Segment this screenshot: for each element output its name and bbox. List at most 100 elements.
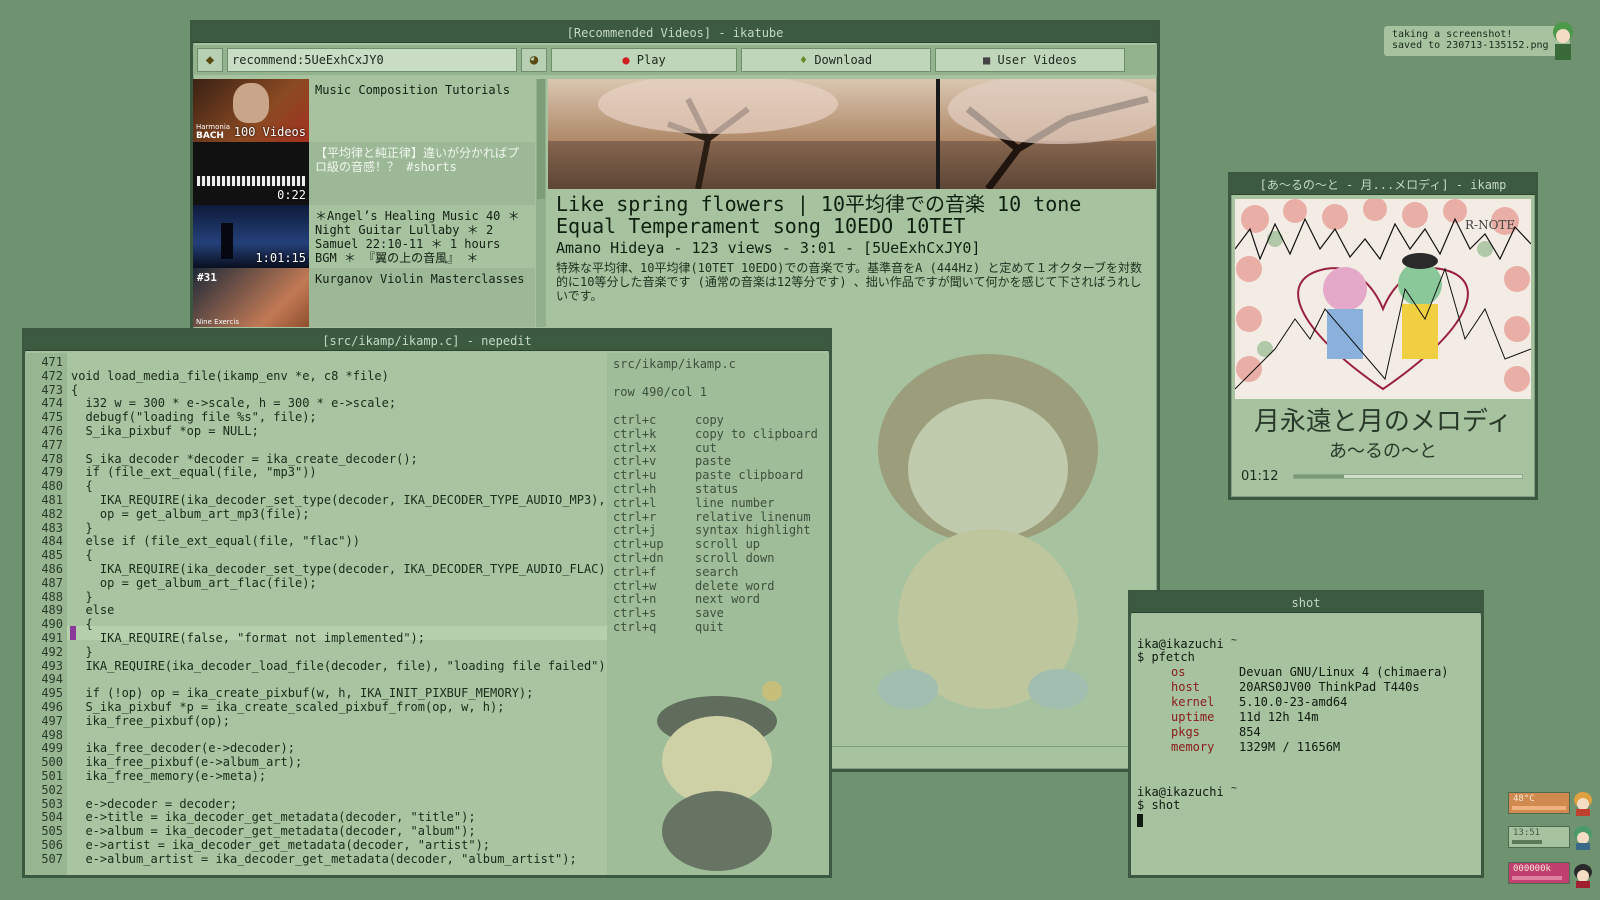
line-number: 481 xyxy=(41,493,63,507)
line-number: 485 xyxy=(41,548,63,563)
list-item[interactable]: 0:22 【平均律と純正律】違いが分かればプロ級の音感！？ #shorts xyxy=(193,142,535,205)
shortcut-key: ctrl+q xyxy=(613,620,657,634)
shortcut-desc: paste xyxy=(695,454,732,469)
video-title: Music Composition Tutorials xyxy=(315,83,511,97)
scrollbar-thumb[interactable] xyxy=(537,79,545,199)
video-banner[interactable] xyxy=(548,79,1156,189)
clock-widget: 13:51 xyxy=(1508,826,1570,848)
line-number: 476 xyxy=(41,424,63,438)
terminal-cursor xyxy=(1137,814,1143,827)
portrait-shape xyxy=(233,83,269,123)
shortcut-desc: relative linenum xyxy=(695,509,811,524)
line-number: 483 xyxy=(41,520,63,535)
progress-bar[interactable] xyxy=(1293,474,1523,479)
code-line: e->album_artist = ika_decoder_get_metada… xyxy=(71,851,577,866)
code-line: i32 w = 300 * e->scale, h = 300 * e->sca… xyxy=(71,396,397,411)
shortcut-key: ctrl+n xyxy=(613,592,657,607)
list-item[interactable]: #31 Nine Exercis Kurganov Violin Masterc… xyxy=(193,268,535,327)
pfetch-key: os xyxy=(1171,665,1186,679)
shortcut-key: ctrl+w xyxy=(613,578,657,593)
search-bowl-icon[interactable]: ◕ xyxy=(521,48,547,72)
status-file: src/ikamp/ikamp.c xyxy=(613,357,736,371)
line-number: 487 xyxy=(41,575,63,590)
shortcut-desc: scroll down xyxy=(695,551,775,565)
nepedit-window: [src/ikamp/ikamp.c] - nepedit 471 472 void… xyxy=(22,328,832,878)
user-icon: ■ xyxy=(983,53,991,67)
video-title: ＊Angel’s Healing Music 40 ＊ Night Guitar… xyxy=(315,209,520,265)
line-number: 472 xyxy=(41,368,63,383)
pfetch-key: uptime xyxy=(1171,710,1215,724)
code-line: } xyxy=(71,520,93,535)
list-item[interactable]: 1:01:15 ＊Angel’s Healing Music 40 ＊ Nigh… xyxy=(193,205,535,268)
album-art-image: R-NOTE xyxy=(1235,199,1531,399)
code-line: op = get_album_art_flac(file); xyxy=(71,575,317,590)
code-line: e->artist = ika_decoder_get_metadata(dec… xyxy=(71,838,491,852)
code-line: e->decoder = decoder; xyxy=(71,796,238,811)
video-thumbnail: #31 Nine Exercis xyxy=(193,268,309,327)
thumb-label-harmonia: Harmonia xyxy=(196,123,231,131)
code-line: S_ika_pixbuf *op = NULL; xyxy=(71,424,259,438)
line-number: 502 xyxy=(41,782,63,797)
window-title: [あ～るの～と - 月...メロディ] - ikamp xyxy=(1231,175,1535,195)
prompt-tilde: ~ xyxy=(1230,783,1237,794)
line-number: 491 xyxy=(41,631,63,645)
list-item[interactable]: Harmonia BACH 100 Videos Music Compositi… xyxy=(193,79,535,142)
song-artist: あ～るの～と xyxy=(1329,441,1437,462)
line-number: 496 xyxy=(41,700,63,714)
progress-fill xyxy=(1294,475,1345,478)
network-speed: 000000k xyxy=(1513,864,1551,874)
user-videos-label: User Videos xyxy=(997,53,1077,67)
terminal-window: shot ika@ikazuchi ~ $ pfetch os Devuan GN… xyxy=(1128,590,1484,878)
network-bar xyxy=(1512,876,1562,880)
status-position: row 490/col 1 xyxy=(613,385,707,399)
lemon-icon[interactable]: ◆ xyxy=(197,48,223,72)
window-title: [src/ikamp/ikamp.c] - nepedit xyxy=(25,331,829,351)
code-line: else if (file_ext_equal(file, "flac")) xyxy=(71,534,360,549)
search-input[interactable]: recommend:5UeExhCxJY0 xyxy=(227,48,517,72)
line-number: 490 xyxy=(41,617,63,632)
line-number: 473 xyxy=(41,382,63,397)
temp-bar xyxy=(1512,806,1566,810)
pfetch-value: 20ARS0JV00 ThinkPad T440s xyxy=(1239,680,1420,694)
video-description: 特殊な平均律、10平均律(10TET 10EDO)での音楽です。基準音をA (4… xyxy=(556,261,1142,303)
line-number: 484 xyxy=(41,534,63,549)
video-thumbnail: Harmonia BACH 100 Videos xyxy=(193,79,309,142)
terminal-body[interactable]: ika@ikazuchi ~ $ pfetch os Devuan GNU/Lin… xyxy=(1131,615,1481,875)
line-number: 500 xyxy=(41,755,63,770)
download-button[interactable]: ♦ Download xyxy=(741,48,931,72)
thumb-label-nine: Nine Exercis xyxy=(196,318,239,326)
code-line: { xyxy=(71,382,79,397)
line-number: 493 xyxy=(41,658,63,673)
line-number: 489 xyxy=(41,603,63,618)
editor-body[interactable]: 471 472 void load_media_file(ikamp_env *e,… xyxy=(25,353,829,875)
code-line: ika_free_memory(e->meta); xyxy=(71,769,267,783)
shortcut-desc: status xyxy=(695,482,739,496)
shortcut-key: ctrl+x xyxy=(613,440,657,455)
shortcut-key: ctrl+u xyxy=(613,468,657,483)
shortcut-desc: syntax highlight xyxy=(695,523,811,538)
video-thumbnail: 1:01:15 xyxy=(193,205,309,268)
video-thumbnail: 0:22 xyxy=(193,142,309,205)
character-icon xyxy=(1574,826,1592,850)
line-number: 503 xyxy=(41,796,63,811)
code-line: void load_media_file(ikamp_env *e, c8 *f… xyxy=(71,368,389,383)
line-number: 497 xyxy=(41,713,63,728)
user-videos-button[interactable]: ■ User Videos xyxy=(935,48,1125,72)
list-scrollbar[interactable] xyxy=(536,79,546,327)
code-line: { xyxy=(71,617,93,632)
shortcut-desc: delete word xyxy=(695,578,775,593)
line-number: 494 xyxy=(41,672,63,687)
shortcut-key: ctrl+c xyxy=(613,413,657,427)
prompt-user: ika@ikazuchi xyxy=(1137,785,1224,799)
terminal-prompt: ika@ikazuchi ~ xyxy=(1137,635,1237,651)
pfetch-key: pkgs xyxy=(1171,725,1200,739)
pfetch-key: memory xyxy=(1171,740,1215,754)
play-button[interactable]: ● Play xyxy=(551,48,737,72)
shortcut-key: ctrl+l xyxy=(613,495,657,510)
shortcut-key: ctrl+f xyxy=(613,564,657,579)
shortcut-desc: scroll up xyxy=(695,537,761,552)
red-ball-icon: ● xyxy=(622,53,630,67)
shortcut-key: ctrl+r xyxy=(613,509,657,524)
cherry-blossom-banner xyxy=(548,79,1156,189)
code-line: if (!op) op = ika_create_pixbuf(w, h, IK… xyxy=(71,686,534,701)
